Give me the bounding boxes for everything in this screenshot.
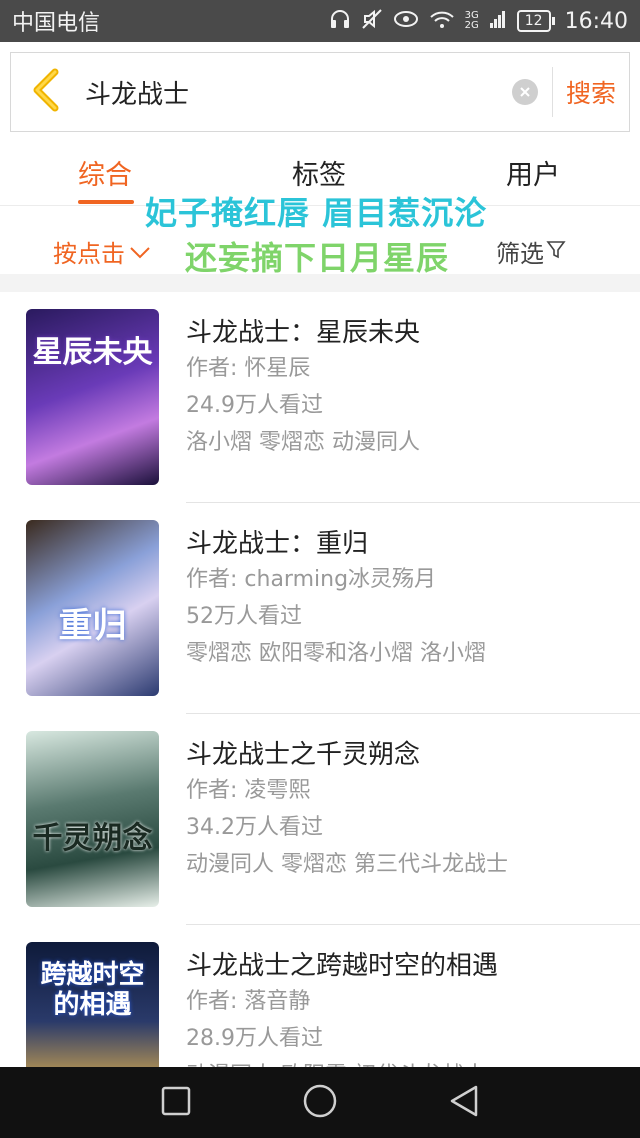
close-icon bbox=[519, 83, 531, 102]
list-item[interactable]: 星辰未央 斗龙战士：星辰未央 作者: 怀星辰 24.9万人看过 洛小熠 零熠恋 … bbox=[0, 292, 640, 503]
book-title: 斗龙战士之千灵朔念 bbox=[186, 740, 421, 770]
overlay-text-line1: 妃子掩红唇 眉目惹沉沦 bbox=[145, 194, 488, 232]
book-views: 52万人看过 bbox=[186, 604, 302, 629]
search-input[interactable]: 斗龙战士 bbox=[81, 74, 512, 111]
book-title: 斗龙战士之跨越时空的相遇 bbox=[186, 951, 499, 981]
book-views: 28.9万人看过 bbox=[186, 1026, 323, 1051]
status-icons: 3G 2G 12 16:40 bbox=[329, 9, 628, 34]
book-tags: 洛小熠 零熠恋 动漫同人 bbox=[186, 430, 420, 455]
search-button[interactable]: 搜索 bbox=[553, 74, 629, 110]
headphones-icon bbox=[329, 9, 351, 33]
section-gap bbox=[0, 274, 640, 292]
book-tags: 零熠恋 欧阳零和洛小熠 洛小熠 bbox=[186, 641, 486, 666]
sort-dropdown[interactable]: 按点击 bbox=[53, 234, 151, 269]
sort-label: 按点击 bbox=[53, 240, 125, 268]
book-list: 星辰未央 斗龙战士：星辰未央 作者: 怀星辰 24.9万人看过 洛小熠 零熠恋 … bbox=[0, 292, 640, 1136]
back-button[interactable] bbox=[11, 53, 81, 131]
cover-title: 跨越时空的相遇 bbox=[40, 960, 145, 1020]
book-author: 作者: charming冰灵殇月 bbox=[186, 567, 437, 592]
recent-apps-button[interactable] bbox=[160, 1085, 192, 1121]
cover-title: 星辰未央 bbox=[32, 335, 153, 370]
book-tags: 动漫同人 零熠恋 第三代斗龙战士 bbox=[186, 852, 508, 877]
book-cover: 星辰未央 bbox=[26, 309, 159, 485]
book-title: 斗龙战士：星辰未央 bbox=[186, 318, 421, 348]
book-views: 34.2万人看过 bbox=[186, 815, 323, 840]
funnel-icon bbox=[546, 238, 566, 266]
list-item[interactable]: 重归 斗龙战士：重归 作者: charming冰灵殇月 52万人看过 零熠恋 欧… bbox=[0, 503, 640, 714]
mute-icon bbox=[361, 9, 383, 33]
book-title: 斗龙战士：重归 bbox=[186, 529, 369, 559]
book-author: 作者: 凌雩熙 bbox=[186, 778, 311, 803]
book-cover: 重归 bbox=[26, 520, 159, 696]
carrier-name: 中国电信 bbox=[12, 11, 101, 36]
wifi-icon bbox=[429, 9, 455, 33]
battery-icon: 12 bbox=[516, 10, 555, 32]
back-nav-button[interactable] bbox=[448, 1084, 480, 1122]
search-bar: 斗龙战士 搜索 bbox=[10, 52, 630, 132]
tab-users[interactable]: 用户 bbox=[506, 153, 560, 192]
tab-tags[interactable]: 标签 bbox=[292, 153, 346, 192]
tab-comprehensive[interactable]: 综合 bbox=[78, 153, 132, 192]
system-nav-bar bbox=[0, 1067, 640, 1138]
cover-title: 重归 bbox=[58, 606, 127, 646]
chevron-down-icon bbox=[129, 238, 151, 266]
filter-button[interactable]: 筛选 bbox=[496, 234, 566, 269]
active-tab-indicator bbox=[78, 200, 134, 204]
network-bottom-label: 2G bbox=[464, 20, 479, 31]
cover-title: 千灵朔念 bbox=[32, 821, 153, 856]
eye-icon bbox=[393, 10, 419, 32]
book-cover: 千灵朔念 bbox=[26, 731, 159, 907]
network-type: 3G 2G bbox=[465, 11, 479, 31]
status-bar: 中国电信 3G 2G 12 16:40 bbox=[0, 0, 640, 42]
book-views: 24.9万人看过 bbox=[186, 393, 323, 418]
clock: 16:40 bbox=[564, 8, 628, 34]
book-author: 作者: 怀星辰 bbox=[186, 356, 311, 381]
list-item[interactable]: 千灵朔念 斗龙战士之千灵朔念 作者: 凌雩熙 34.2万人看过 动漫同人 零熠恋… bbox=[0, 714, 640, 925]
overlay-text-line2: 还妄摘下日月星辰 bbox=[185, 239, 450, 277]
book-author: 作者: 落音静 bbox=[186, 989, 311, 1014]
signal-icon bbox=[489, 9, 507, 33]
chevron-left-icon bbox=[29, 68, 63, 116]
home-button[interactable] bbox=[302, 1083, 338, 1123]
clear-button[interactable] bbox=[512, 79, 538, 105]
filter-label: 筛选 bbox=[496, 240, 544, 268]
